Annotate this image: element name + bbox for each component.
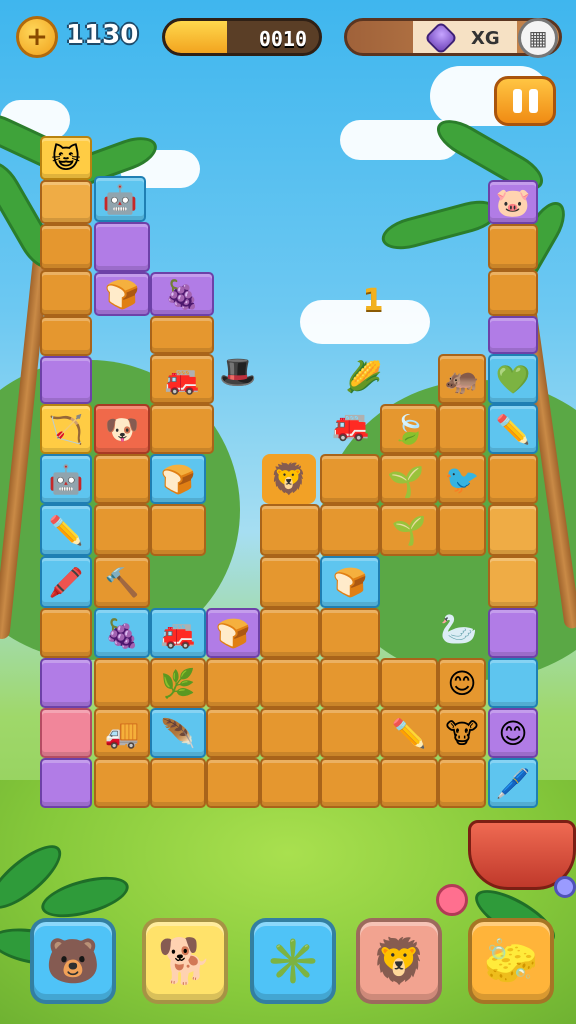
cube-pet-button[interactable]: 🐕 xyxy=(142,918,228,1004)
pig-tile[interactable]: 🐷 xyxy=(488,180,538,224)
block-tile[interactable] xyxy=(150,758,206,808)
block-eraser-button[interactable]: 🧽 xyxy=(468,918,554,1004)
cow-tile[interactable]: 🐮 xyxy=(438,708,486,758)
pencil-tile[interactable]: ✏️ xyxy=(380,708,438,758)
block-tile[interactable] xyxy=(94,504,150,556)
bird-tile[interactable]: 🐦 xyxy=(438,454,486,504)
truck-tile[interactable]: 🚒 xyxy=(150,608,206,658)
puzzle-board: 😺 🏹 🤖 ✏️ 🖍️ 🤖 🍞 🐶 🔨 🍇 🚚 🍇 🚒 🍞 🚒 🌿 🪶 🍞 🍞 … xyxy=(0,0,576,1024)
toaster-tile[interactable]: 🍞 xyxy=(150,454,206,504)
block-tile[interactable] xyxy=(94,658,150,708)
robot-tile[interactable]: 🤖 xyxy=(40,454,92,504)
robot-tile[interactable]: 🤖 xyxy=(94,176,146,222)
block-tile[interactable] xyxy=(206,658,260,708)
toaster-tile[interactable]: 🍞 xyxy=(320,556,380,608)
sprout-tile[interactable]: 🌱 xyxy=(380,504,438,556)
block-tile[interactable] xyxy=(438,504,486,556)
leaf-tile[interactable]: 🌿 xyxy=(150,658,206,708)
leaf-tile[interactable]: 🍃 xyxy=(380,404,438,454)
lion-piece[interactable]: 🦁 xyxy=(262,454,316,504)
pencil-tile[interactable]: ✏️ xyxy=(40,504,92,556)
lion-face-button[interactable]: 🦁 xyxy=(356,918,442,1004)
hippo-tile[interactable]: 🦛 xyxy=(438,354,486,404)
block-tile[interactable] xyxy=(320,504,380,556)
pencil-tile[interactable]: 🖍️ xyxy=(40,556,92,608)
block-tile[interactable] xyxy=(40,708,92,758)
block-tile[interactable] xyxy=(260,658,320,708)
block-tile[interactable] xyxy=(206,708,260,758)
block-tile[interactable] xyxy=(40,608,92,658)
block-tile[interactable] xyxy=(150,504,206,556)
cat-tile[interactable]: 😺 xyxy=(40,136,92,180)
block-tile[interactable] xyxy=(488,224,538,270)
block-tile[interactable] xyxy=(488,316,538,354)
block-tile[interactable] xyxy=(260,758,320,808)
block-tile[interactable] xyxy=(438,758,486,808)
block-tile[interactable] xyxy=(40,180,92,224)
toaster-tile[interactable]: 🍞 xyxy=(94,272,150,316)
ball-tile[interactable]: 😊 xyxy=(438,658,486,708)
goose-piece[interactable]: 🦢 xyxy=(434,602,484,656)
ball-tile[interactable]: 😊 xyxy=(488,708,538,758)
falling-hat-piece[interactable]: 🎩 xyxy=(216,352,260,392)
pencil-tile[interactable]: 🖊️ xyxy=(488,758,538,808)
block-tile[interactable] xyxy=(40,316,92,356)
block-tile[interactable] xyxy=(260,556,320,608)
block-tile[interactable] xyxy=(94,454,150,504)
block-tile[interactable] xyxy=(40,758,92,808)
block-tile[interactable] xyxy=(320,608,380,658)
block-tile[interactable] xyxy=(320,758,380,808)
block-tile[interactable] xyxy=(488,658,538,708)
block-tile[interactable] xyxy=(438,404,486,454)
block-tile[interactable] xyxy=(260,708,320,758)
toaster-tile[interactable]: 🍞 xyxy=(206,608,260,658)
slingshot-tile[interactable]: 🏹 xyxy=(40,404,92,454)
bear-face-button[interactable]: 🐻 xyxy=(30,918,116,1004)
block-tile[interactable] xyxy=(94,758,150,808)
falling-truck-piece[interactable]: 🚒 xyxy=(324,402,378,448)
block-tile[interactable] xyxy=(320,454,380,504)
block-tile[interactable] xyxy=(40,270,92,316)
block-tile[interactable] xyxy=(320,708,380,758)
block-tile[interactable] xyxy=(94,222,150,272)
spiky-star-button[interactable]: ✳️ xyxy=(250,918,336,1004)
block-tile[interactable] xyxy=(380,758,438,808)
feather-tile[interactable]: 🪶 xyxy=(150,708,206,758)
block-tile[interactable] xyxy=(40,356,92,404)
pencil-tile[interactable]: ✏️ xyxy=(488,404,538,454)
truck-tile[interactable]: 🚒 xyxy=(150,354,214,404)
block-tile[interactable] xyxy=(320,658,380,708)
grapes-tile[interactable]: 🍇 xyxy=(94,608,150,658)
block-tile[interactable] xyxy=(206,758,260,808)
block-tile[interactable] xyxy=(40,224,92,270)
block-tile[interactable] xyxy=(488,270,538,316)
sprout-piece[interactable]: 🌱 xyxy=(386,462,426,502)
gem-tile[interactable]: 💚 xyxy=(488,354,538,404)
block-tile[interactable] xyxy=(488,504,538,556)
block-tile[interactable] xyxy=(380,658,438,708)
hammer-tile[interactable]: 🔨 xyxy=(94,556,150,608)
block-tile[interactable] xyxy=(488,454,538,504)
block-tile[interactable] xyxy=(488,608,538,658)
dog-tile[interactable]: 🐶 xyxy=(94,404,150,454)
falling-leaf-piece[interactable]: 🌽 xyxy=(344,354,384,400)
truck-tile[interactable]: 🚚 xyxy=(94,708,150,758)
gem-tile[interactable]: 🍇 xyxy=(150,272,214,316)
block-tile[interactable] xyxy=(260,608,320,658)
falling-number: 1 xyxy=(362,282,384,318)
block-tile[interactable] xyxy=(150,316,214,354)
block-tile[interactable] xyxy=(260,504,320,556)
block-tile[interactable] xyxy=(40,658,92,708)
block-tile[interactable] xyxy=(150,404,214,454)
block-tile[interactable] xyxy=(488,556,538,608)
